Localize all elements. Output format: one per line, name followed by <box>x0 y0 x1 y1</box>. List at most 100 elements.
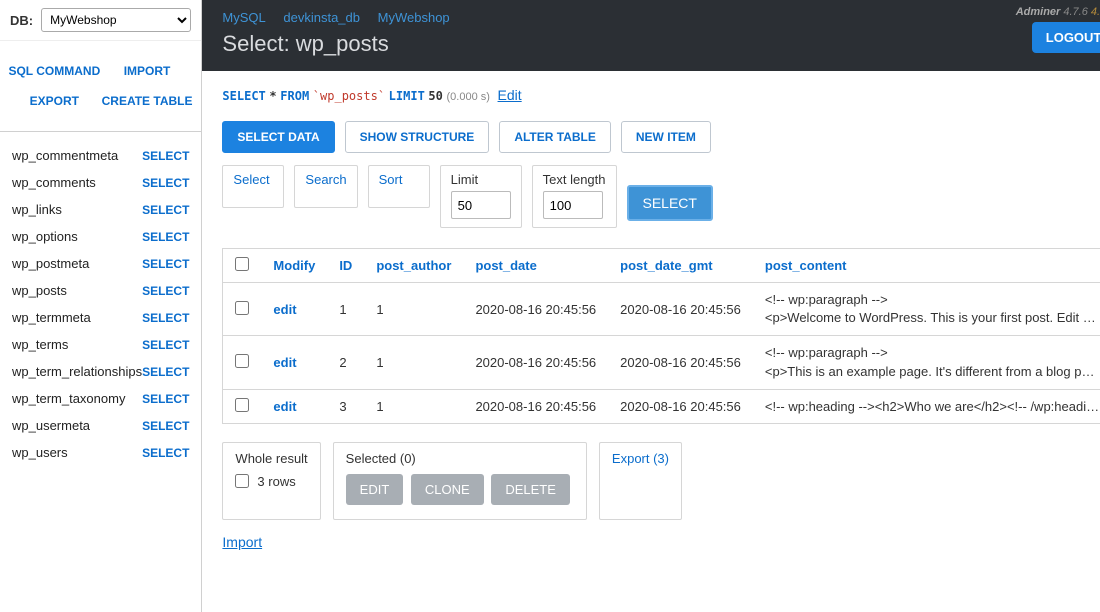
table-row: wp_options SELECT <box>12 223 189 250</box>
table-name[interactable]: wp_term_taxonomy <box>12 391 125 406</box>
topbar: MySQL devkinsta_db MyWebshop Select: wp_… <box>202 0 1100 71</box>
col-post-date-gmt[interactable]: post_date_gmt <box>608 249 753 283</box>
table-name[interactable]: wp_posts <box>12 283 67 298</box>
select-link[interactable]: SELECT <box>142 392 189 406</box>
select-link[interactable]: SELECT <box>142 176 189 190</box>
export-box[interactable]: Export (3) <box>599 442 682 520</box>
breadcrumb-current[interactable]: MyWebshop <box>378 10 450 25</box>
table-row: wp_users SELECT <box>12 439 189 466</box>
edit-row-link[interactable]: edit <box>273 399 296 414</box>
filter-search[interactable]: Search <box>294 165 357 208</box>
breadcrumb-mysql[interactable]: MySQL <box>222 10 265 25</box>
db-selector-row: DB: MyWebshop <box>0 0 201 41</box>
col-post-content[interactable]: post_content <box>753 249 1100 283</box>
edit-row-link[interactable]: edit <box>273 355 296 370</box>
select-link[interactable]: SELECT <box>142 230 189 244</box>
cell-id: 1 <box>327 283 364 336</box>
cell-id: 2 <box>327 336 364 389</box>
limit-input[interactable] <box>451 191 511 219</box>
table-row: wp_term_relationshipsSELECT <box>12 358 189 385</box>
cell-post-content: <!-- wp:heading --><h2>Who we are</h2><!… <box>753 389 1100 423</box>
clone-selected-button[interactable]: CLONE <box>411 474 484 505</box>
table-name[interactable]: wp_term_relationships <box>12 364 142 379</box>
table-row: edit 2 1 2020-08-16 20:45:56 2020-08-16 … <box>223 336 1100 389</box>
tab-select-data[interactable]: SELECT DATA <box>222 121 334 153</box>
col-post-date[interactable]: post_date <box>463 249 608 283</box>
select-link[interactable]: SELECT <box>142 257 189 271</box>
table-row: wp_posts SELECT <box>12 277 189 304</box>
select-link[interactable]: SELECT <box>142 419 189 433</box>
tab-show-structure[interactable]: SHOW STRUCTURE <box>345 121 490 153</box>
table-name[interactable]: wp_commentmeta <box>12 148 118 163</box>
cell-post-date-gmt: 2020-08-16 20:45:56 <box>608 389 753 423</box>
cell-post-date: 2020-08-16 20:45:56 <box>463 389 608 423</box>
edit-query-link[interactable]: Edit <box>498 87 522 103</box>
table-row: wp_termmeta SELECT <box>12 304 189 331</box>
create-table-link[interactable]: CREATE TABLE <box>101 86 194 116</box>
select-link[interactable]: SELECT <box>142 338 189 352</box>
tab-alter-table[interactable]: ALTER TABLE <box>499 121 611 153</box>
col-post-author[interactable]: post_author <box>364 249 463 283</box>
export-link[interactable]: Export (3) <box>612 451 669 466</box>
table-row: wp_links SELECT <box>12 196 189 223</box>
table-row: wp_terms SELECT <box>12 331 189 358</box>
content: SELECT * FROM `wp_posts` LIMIT 50 (0.000… <box>202 71 1100 566</box>
tab-new-item[interactable]: NEW ITEM <box>621 121 711 153</box>
edit-row-link[interactable]: edit <box>273 302 296 317</box>
col-modify: Modify <box>261 249 327 283</box>
table-name[interactable]: wp_comments <box>12 175 96 190</box>
export-link[interactable]: EXPORT <box>8 86 101 116</box>
row-checkbox[interactable] <box>235 301 249 315</box>
filter-limit: Limit <box>440 165 522 228</box>
select-all-checkbox[interactable] <box>235 257 249 271</box>
sql-command-link[interactable]: SQL COMMAND <box>8 56 101 86</box>
cell-post-date-gmt: 2020-08-16 20:45:56 <box>608 336 753 389</box>
import-link[interactable]: IMPORT <box>101 56 194 86</box>
text-length-input[interactable] <box>543 191 603 219</box>
select-link[interactable]: SELECT <box>142 284 189 298</box>
col-id[interactable]: ID <box>327 249 364 283</box>
table-name[interactable]: wp_terms <box>12 337 68 352</box>
data-table: Modify ID post_author post_date post_dat… <box>222 248 1100 424</box>
table-row: edit 1 1 2020-08-16 20:45:56 2020-08-16 … <box>223 283 1100 336</box>
table-name[interactable]: wp_links <box>12 202 62 217</box>
filter-sort[interactable]: Sort <box>368 165 430 208</box>
select-link[interactable]: SELECT <box>142 149 189 163</box>
select-link[interactable]: SELECT <box>142 203 189 217</box>
table-header-row: Modify ID post_author post_date post_dat… <box>223 249 1100 283</box>
db-select[interactable]: MyWebshop <box>41 8 191 32</box>
logout-button[interactable]: LOGOUT <box>1032 22 1100 53</box>
import-footer-link[interactable]: Import <box>222 534 1100 550</box>
cell-post-date: 2020-08-16 20:45:56 <box>463 336 608 389</box>
cell-post-content: <!-- wp:paragraph --><p>Welcome to WordP… <box>753 283 1100 336</box>
filter-select[interactable]: Select <box>222 165 284 208</box>
filter-row: Select Search Sort Limit Text length SEL… <box>222 165 1100 228</box>
table-row: edit 3 1 2020-08-16 20:45:56 2020-08-16 … <box>223 389 1100 423</box>
select-link[interactable]: SELECT <box>142 446 189 460</box>
sql-preview: SELECT * FROM `wp_posts` LIMIT 50 (0.000… <box>222 87 1100 103</box>
edit-selected-button[interactable]: EDIT <box>346 474 404 505</box>
footer-boxes: Whole result 3 rows Selected (0) EDIT CL… <box>222 442 1100 520</box>
delete-selected-button[interactable]: DELETE <box>491 474 570 505</box>
row-checkbox[interactable] <box>235 398 249 412</box>
table-row: wp_postmeta SELECT <box>12 250 189 277</box>
table-name[interactable]: wp_termmeta <box>12 310 91 325</box>
main: MySQL devkinsta_db MyWebshop Select: wp_… <box>202 0 1100 612</box>
select-link[interactable]: SELECT <box>142 365 189 379</box>
select-button[interactable]: SELECT <box>627 185 713 221</box>
db-label: DB: <box>10 13 33 28</box>
rows-count: 3 rows <box>257 474 295 489</box>
row-checkbox[interactable] <box>235 354 249 368</box>
table-row: wp_usermeta SELECT <box>12 412 189 439</box>
whole-result-checkbox[interactable] <box>235 474 249 488</box>
selected-box: Selected (0) EDIT CLONE DELETE <box>333 442 587 520</box>
table-name[interactable]: wp_users <box>12 445 68 460</box>
table-name[interactable]: wp_postmeta <box>12 256 89 271</box>
adminer-version: Adminer 4.7.6 4.7.7 <box>1016 6 1100 18</box>
topbar-right: Adminer 4.7.6 4.7.7 LOGOUT <box>1016 6 1100 53</box>
breadcrumbs: MySQL devkinsta_db MyWebshop <box>222 10 1100 25</box>
table-name[interactable]: wp_usermeta <box>12 418 90 433</box>
select-link[interactable]: SELECT <box>142 311 189 325</box>
table-name[interactable]: wp_options <box>12 229 78 244</box>
breadcrumb-db[interactable]: devkinsta_db <box>283 10 360 25</box>
